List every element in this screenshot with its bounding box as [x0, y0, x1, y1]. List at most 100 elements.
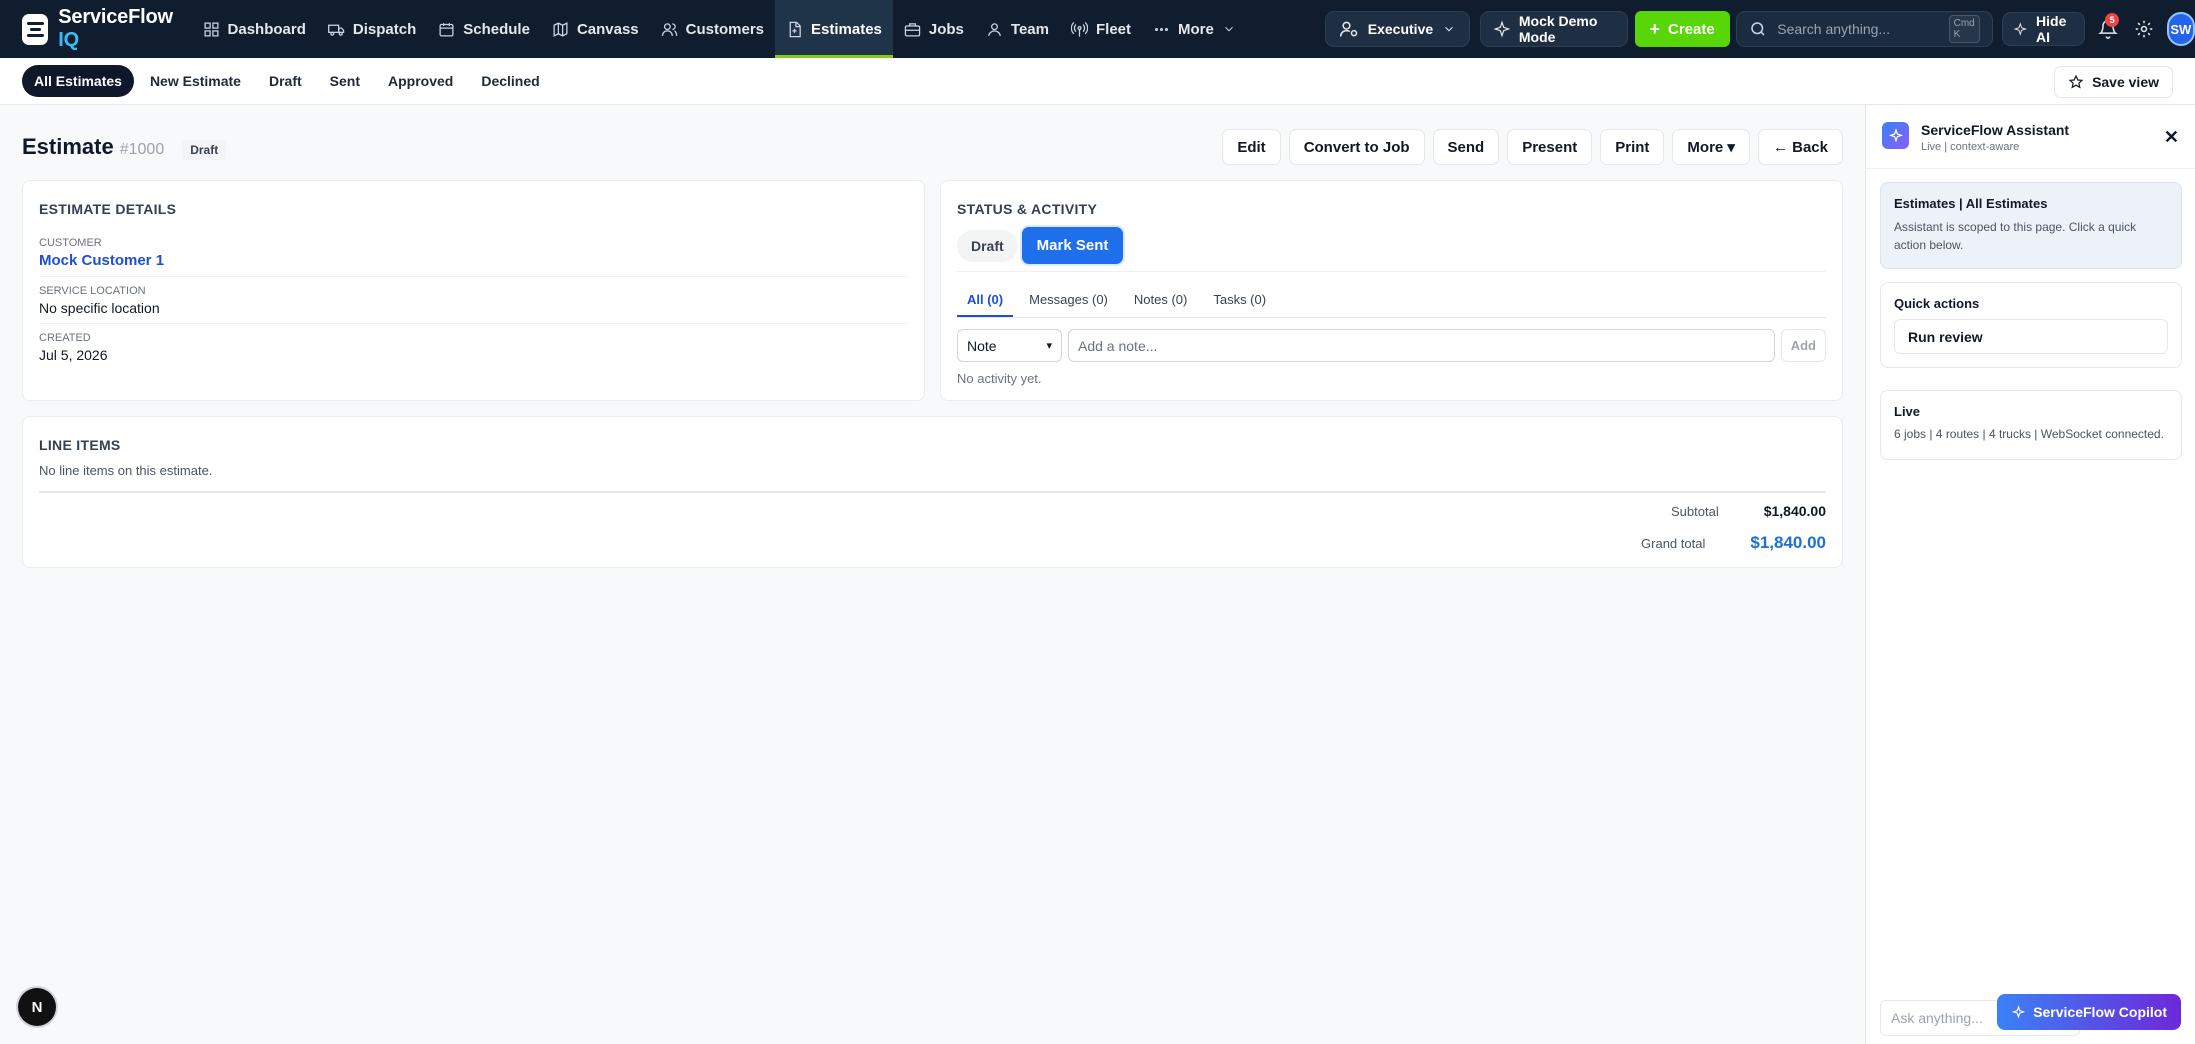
- line-items-empty-state: No line items on this estimate.: [39, 463, 213, 478]
- divider: [1866, 168, 2195, 169]
- nav-label: Fleet: [1095, 20, 1131, 38]
- notifications-button[interactable]: 5: [2095, 13, 2121, 45]
- send-button[interactable]: Send: [1432, 129, 1500, 165]
- brand-name: ServiceFlow IQ: [58, 6, 173, 51]
- tab-messages[interactable]: Messages (0): [1019, 284, 1118, 317]
- print-button[interactable]: Print: [1600, 129, 1665, 165]
- sparkle-icon: [2014, 22, 2028, 36]
- nav-label: More: [1178, 20, 1214, 38]
- subtab-approved[interactable]: Approved: [376, 65, 465, 97]
- search-icon: [1751, 22, 1765, 36]
- live-text: 6 jobs | 4 routes | 4 trucks | WebSocket…: [1894, 427, 2164, 441]
- radio-icon: [1070, 21, 1088, 37]
- gear-icon: [2135, 20, 2153, 38]
- subtab-draft[interactable]: Draft: [257, 65, 314, 97]
- tab-tasks[interactable]: Tasks (0): [1203, 284, 1276, 317]
- main-content: Estimate #1000 Draft Edit Convert to Job…: [0, 105, 1865, 1044]
- demo-mode-label: Mock Demo Mode: [1518, 13, 1598, 45]
- back-button[interactable]: ← Back: [1757, 129, 1843, 165]
- divider: [39, 323, 909, 324]
- subtab-sent[interactable]: Sent: [318, 65, 372, 97]
- nav-label: Dashboard: [227, 20, 306, 38]
- nav-customers[interactable]: Customers: [650, 0, 775, 58]
- subtotal-row: Subtotal $1,840.00: [1671, 503, 1826, 519]
- nav-jobs[interactable]: Jobs: [893, 0, 975, 58]
- present-button[interactable]: Present: [1507, 129, 1593, 165]
- nav-schedule[interactable]: Schedule: [427, 0, 541, 58]
- note-input[interactable]: Add a note...: [1068, 329, 1775, 362]
- assistant-header: ServiceFlow Assistant Live | context-awa…: [1882, 122, 2069, 153]
- nav-dashboard[interactable]: Dashboard: [192, 0, 317, 58]
- chevron-down-icon: [1445, 26, 1454, 32]
- dev-tools-badge[interactable]: N: [18, 988, 56, 1026]
- nav-estimates[interactable]: Estimates: [775, 0, 893, 58]
- subtab-all-estimates[interactable]: All Estimates: [22, 65, 134, 97]
- estimate-details-card: ESTIMATE DETAILS CUSTOMER Mock Customer …: [22, 180, 925, 401]
- grand-total-value: $1,840.00: [1750, 533, 1826, 552]
- quick-actions-title: Quick actions: [1894, 296, 1980, 311]
- status-activity-card: STATUS & ACTIVITY Draft Mark Sent All (0…: [940, 180, 1843, 401]
- chevron-down-icon: [1224, 26, 1233, 32]
- note-composer: Note ▾ Add a note... Add: [957, 329, 1826, 362]
- subtotal-label: Subtotal: [1671, 503, 1719, 519]
- brand-logo[interactable]: ServiceFlow IQ: [22, 6, 178, 52]
- settings-button[interactable]: [2131, 13, 2157, 45]
- calendar-icon: [439, 22, 454, 37]
- user-icon: [988, 22, 1001, 36]
- copilot-label: ServiceFlow Copilot: [2033, 1004, 2167, 1020]
- divider: [39, 276, 909, 277]
- create-button[interactable]: + Create: [1634, 11, 1730, 47]
- status-stepper: Draft Mark Sent: [957, 227, 1124, 264]
- copilot-button[interactable]: ServiceFlow Copilot: [1997, 994, 2181, 1030]
- nav-label: Schedule: [463, 20, 530, 38]
- mark-sent-button[interactable]: Mark Sent: [1021, 227, 1124, 264]
- nav-dispatch[interactable]: Dispatch: [317, 0, 427, 58]
- run-review-button[interactable]: Run review: [1894, 319, 2168, 354]
- convert-to-job-button[interactable]: Convert to Job: [1288, 129, 1425, 165]
- divider: [957, 271, 1826, 272]
- service-location-value: No specific location: [39, 300, 160, 316]
- customer-link[interactable]: Mock Customer 1: [39, 252, 909, 269]
- file-icon: [789, 21, 801, 37]
- grand-total-label: Grand total: [1641, 535, 1706, 551]
- subtab-new-estimate[interactable]: New Estimate: [138, 65, 253, 97]
- nav-label: Estimates: [811, 20, 882, 38]
- more-actions-button[interactable]: More ▾: [1672, 129, 1750, 165]
- status-badge: Draft: [182, 140, 227, 160]
- tab-all[interactable]: All (0): [957, 284, 1014, 317]
- role-switcher[interactable]: Executive: [1324, 11, 1471, 47]
- chevron-down-icon: ▾: [1046, 340, 1052, 352]
- nav-label: Canvass: [576, 20, 639, 38]
- live-title: Live: [1894, 404, 1921, 419]
- assistant-title: ServiceFlow Assistant: [1921, 122, 2070, 138]
- demo-mode-toggle[interactable]: Mock Demo Mode: [1479, 11, 1629, 47]
- sparkle-icon: [1493, 20, 1510, 38]
- subtab-declined[interactable]: Declined: [469, 65, 551, 97]
- hide-ai-label: Hide AI: [2036, 13, 2067, 45]
- nav-label: Dispatch: [352, 20, 417, 38]
- status-draft-chip[interactable]: Draft: [957, 229, 1018, 262]
- hide-ai-button[interactable]: Hide AI: [2002, 12, 2086, 46]
- nav-team[interactable]: Team: [975, 0, 1060, 58]
- save-view-button[interactable]: Save view: [2054, 66, 2173, 98]
- nav-label: Jobs: [928, 20, 964, 38]
- subtotal-value: $1,840.00: [1763, 503, 1826, 519]
- sparkle-icon: [2011, 1004, 2026, 1019]
- note-type-value: Note: [967, 337, 997, 354]
- note-type-select[interactable]: Note ▾: [957, 329, 1062, 362]
- nav-fleet[interactable]: Fleet: [1060, 0, 1142, 58]
- edit-button[interactable]: Edit: [1222, 129, 1281, 165]
- add-note-button[interactable]: Add: [1780, 329, 1826, 362]
- note-placeholder: Add a note...: [1078, 337, 1158, 354]
- nav-label: Team: [1010, 20, 1049, 38]
- user-avatar[interactable]: SW: [2166, 12, 2195, 46]
- scope-text: Assistant is scoped to this page. Click …: [1894, 220, 2137, 252]
- nav-canvass[interactable]: Canvass: [541, 0, 650, 58]
- search-input[interactable]: Search anything... Cmd K: [1736, 11, 1993, 47]
- tab-notes[interactable]: Notes (0): [1124, 284, 1197, 317]
- line-items-card: LINE ITEMS No line items on this estimat…: [22, 416, 1843, 568]
- card-heading: STATUS & ACTIVITY: [957, 201, 1098, 217]
- nav-more[interactable]: More: [1142, 0, 1247, 58]
- close-icon[interactable]: ✕: [2164, 127, 2179, 148]
- nav-label: Customers: [685, 20, 765, 38]
